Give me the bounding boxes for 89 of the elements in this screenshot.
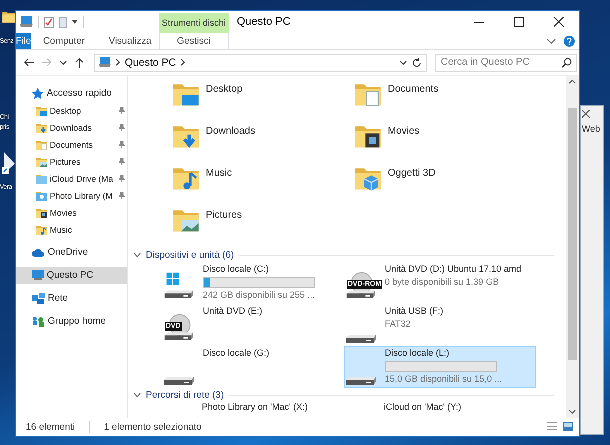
address-bar[interactable]: Questo PC: [94, 54, 427, 72]
nav-item[interactable]: Downloads: [16, 119, 127, 136]
drive-details: 0 byte disponibili su 1,39 GB: [385, 277, 500, 288]
picture-folder-icon: [36, 156, 48, 168]
nav-item[interactable]: Desktop: [16, 102, 127, 119]
folder-name[interactable]: Downloads: [206, 126, 256, 137]
photo-folder-icon: [36, 190, 48, 202]
drive-details: 242 GB disponibili su 255 ...: [203, 290, 316, 301]
document-folder-icon: [36, 138, 48, 150]
refresh-icon: [412, 58, 422, 68]
ribbon-tab[interactable]: Computer: [31, 33, 98, 49]
folder-icon: [36, 104, 48, 116]
network-icon: [32, 293, 45, 304]
nav-item[interactable]: Photo Library (M: [16, 187, 127, 204]
chevron-up-icon: [569, 80, 576, 84]
close-icon[interactable]: [554, 17, 564, 27]
dropdown-icon[interactable]: [72, 20, 78, 24]
folder-name[interactable]: Oggetti 3D: [388, 168, 436, 179]
tool-group-label: Strumenti dischi: [159, 13, 229, 33]
drive-tile[interactable]: Disco locale (G:): [162, 346, 344, 388]
people-icon: [32, 316, 45, 327]
drive-tile[interactable]: Disco locale (L:) 15,0 GB disponibili su 15,0 ...: [344, 346, 536, 388]
computer-icon: [99, 57, 111, 68]
cloud-folder-icon: [36, 172, 48, 184]
drive-name: Disco locale (G:): [203, 348, 271, 359]
nav-item[interactable]: Questo PC: [16, 267, 127, 284]
film-folder-icon: [36, 206, 48, 218]
close-icon[interactable]: [582, 110, 590, 118]
scrollbar[interactable]: [566, 76, 579, 418]
dropdown-icon: [400, 60, 407, 64]
question-mark-icon: [567, 38, 572, 44]
group-header[interactable]: Dispositivi e unità (6): [146, 250, 234, 260]
window-title: Questo PC: [236, 16, 292, 28]
hard-drive-icon: [345, 334, 377, 344]
up-arrow-icon[interactable]: [75, 58, 84, 68]
drive-name: Disco locale (C:): [203, 264, 270, 275]
download-folder-icon: [36, 122, 48, 134]
network-location-name[interactable]: iCloud on 'Mac' (Y:): [382, 402, 564, 413]
nav-item[interactable]: iCloud Drive (Ma: [16, 170, 127, 187]
nav-item[interactable]: Music: [16, 221, 127, 238]
nav-item[interactable]: Rete: [16, 290, 127, 307]
music-folder-icon: [36, 224, 48, 236]
folder-name[interactable]: Pictures: [206, 210, 242, 221]
window-text: Web: [582, 124, 600, 134]
computer-icon: [20, 16, 33, 28]
drive-name: Unità DVD (E:): [203, 306, 264, 317]
drive-name: Disco locale (L:): [385, 348, 451, 359]
drive-details: FAT32: [385, 319, 412, 330]
nav-item[interactable]: OneDrive: [16, 244, 127, 261]
selection-count: 1 elemento selezionato: [104, 422, 202, 432]
search-field[interactable]: Cerca in Questo PC: [435, 54, 577, 72]
drive-name: Unità USB (F:): [385, 306, 445, 317]
folder-name[interactable]: Movies: [388, 126, 420, 137]
nav-item[interactable]: Accesso rapido: [16, 85, 127, 102]
hard-drive-icon: [345, 376, 377, 386]
folder-name[interactable]: Documents: [388, 84, 439, 95]
search-icon: [562, 58, 572, 68]
network-location-name[interactable]: Photo Library on 'Mac' (X:): [200, 402, 382, 413]
breadcrumb-item[interactable]: Questo PC: [125, 56, 176, 68]
chevron-down-icon[interactable]: [547, 38, 556, 44]
drive-tile[interactable]: Disco locale (C:) 242 GB disponibili su 255 ...: [162, 262, 344, 304]
group-header[interactable]: Percorsi di rete (3): [146, 390, 224, 400]
nav-item[interactable]: Pictures: [16, 153, 127, 170]
folder-name[interactable]: Desktop: [206, 84, 243, 95]
drive-tile[interactable]: Unità USB (F:) FAT32: [344, 304, 536, 346]
cloud-icon: [32, 248, 45, 258]
chevron-right-icon: [116, 59, 120, 66]
folder-icon: [2, 10, 16, 24]
nav-item[interactable]: Documents: [16, 136, 127, 153]
scrollbar-thumb[interactable]: [568, 108, 577, 360]
drive-details: 15,0 GB disponibili su 15,0 ...: [385, 374, 504, 385]
computer-icon: [32, 270, 44, 281]
nav-item[interactable]: Gruppo home: [16, 313, 127, 330]
chevron-down-icon: [569, 410, 576, 414]
folder-name[interactable]: Music: [206, 168, 232, 179]
drive-name: Unità DVD (D:) Ubuntu 17.10 amd: [385, 264, 523, 275]
help-icon[interactable]: [564, 36, 575, 46]
star-icon: [32, 88, 44, 100]
file-menu-tab[interactable]: File: [16, 33, 32, 49]
chevron-right-icon: [181, 59, 186, 66]
large-icons-view-icon[interactable]: [563, 422, 573, 431]
dropdown-icon[interactable]: [60, 60, 67, 64]
maximize-icon[interactable]: [514, 17, 524, 27]
item-count: 16 elementi: [26, 422, 76, 432]
back-arrow-icon[interactable]: [24, 58, 34, 67]
hard-drive-icon: [163, 376, 195, 386]
properties-icon[interactable]: [44, 16, 54, 28]
details-view-icon[interactable]: [547, 422, 557, 431]
nav-item[interactable]: Movies: [16, 204, 127, 221]
